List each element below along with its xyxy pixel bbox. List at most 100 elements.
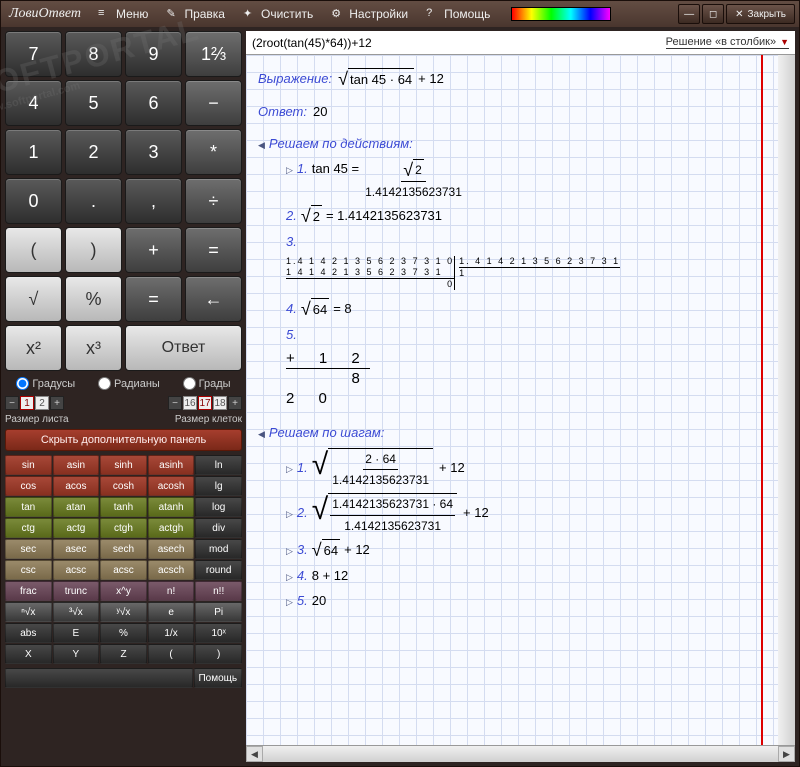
func-actgh[interactable]: actgh [148, 518, 195, 538]
func-cosh[interactable]: cosh [100, 476, 147, 496]
func-round[interactable]: round [195, 560, 242, 580]
func-ln[interactable]: ln [195, 455, 242, 475]
maximize-button[interactable]: ◻ [702, 4, 724, 24]
func-asin[interactable]: asin [53, 455, 100, 475]
func-acsc[interactable]: acsc [53, 560, 100, 580]
func-e[interactable]: e [148, 602, 195, 622]
key-3[interactable]: 3 [125, 129, 182, 175]
func-10ˣ[interactable]: 10ˣ [195, 623, 242, 643]
func-atan[interactable]: atan [53, 497, 100, 517]
angle-rad[interactable]: Радианы [98, 377, 160, 390]
help-button[interactable]: ?Помощь [418, 5, 498, 23]
func-log[interactable]: log [195, 497, 242, 517]
func-x^y[interactable]: x^y [100, 581, 147, 601]
key-sqrt[interactable]: √ [5, 276, 62, 322]
func-acosh[interactable]: acosh [148, 476, 195, 496]
scroll-left[interactable]: ◀ [246, 746, 263, 762]
func-E[interactable]: E [53, 623, 100, 643]
func-trunc[interactable]: trunc [53, 581, 100, 601]
func-%[interactable]: % [100, 623, 147, 643]
func-tanh[interactable]: tanh [100, 497, 147, 517]
key-answer[interactable]: Ответ [125, 325, 242, 371]
key-1[interactable]: 1 [5, 129, 62, 175]
key-9[interactable]: 9 [125, 31, 182, 77]
func-X[interactable]: X [5, 644, 52, 664]
help-bottom-button[interactable]: Помощь [194, 668, 242, 688]
menu-button[interactable]: ≡Меню [90, 5, 156, 23]
func-ctg[interactable]: ctg [5, 518, 52, 538]
minimize-button[interactable]: — [678, 4, 700, 24]
func-ʸ√x[interactable]: ʸ√x [100, 602, 147, 622]
func-acsch[interactable]: acsch [148, 560, 195, 580]
sheet-minus[interactable]: − [5, 396, 19, 410]
key-divide[interactable]: ÷ [185, 178, 242, 224]
func-ⁿ√x[interactable]: ⁿ√x [5, 602, 52, 622]
key-cube[interactable]: x³ [65, 325, 122, 371]
collapse-icon[interactable]: ◀ [258, 138, 265, 153]
solution-style-dropdown[interactable]: Решение «в столбик» [666, 36, 789, 49]
clear-button[interactable]: ✦Очистить [235, 5, 321, 23]
angle-grad[interactable]: Грады [183, 377, 231, 390]
scroll-right[interactable]: ▶ [778, 746, 795, 762]
scrollbar-vertical[interactable] [778, 55, 795, 745]
key-lparen[interactable]: ( [5, 227, 62, 273]
func-sech[interactable]: sech [100, 539, 147, 559]
key-8[interactable]: 8 [65, 31, 122, 77]
func-asech[interactable]: asech [148, 539, 195, 559]
func-atanh[interactable]: atanh [148, 497, 195, 517]
key-equals[interactable]: = [185, 227, 242, 273]
key-backspace[interactable]: ← [185, 276, 242, 322]
func-n![interactable]: n! [148, 581, 195, 601]
formula-input[interactable]: (2root(tan(45)*64))+12 [252, 36, 372, 50]
cell-val-16[interactable]: 16 [183, 396, 197, 410]
key-6[interactable]: 6 [125, 80, 182, 126]
func-asinh[interactable]: asinh [148, 455, 195, 475]
key-7[interactable]: 7 [5, 31, 62, 77]
func-asec[interactable]: asec [53, 539, 100, 559]
func-1/x[interactable]: 1/x [148, 623, 195, 643]
cell-val-17[interactable]: 17 [198, 396, 212, 410]
func-tan[interactable]: tan [5, 497, 52, 517]
sheet-val-1[interactable]: 1 [20, 396, 34, 410]
edit-button[interactable]: ✎Правка [158, 5, 233, 23]
func-div[interactable]: div [195, 518, 242, 538]
cell-plus[interactable]: + [228, 396, 242, 410]
func-sinh[interactable]: sinh [100, 455, 147, 475]
func-Y[interactable]: Y [53, 644, 100, 664]
func-acsc[interactable]: acsc [100, 560, 147, 580]
key-dot[interactable]: . [65, 178, 122, 224]
func-ctgh[interactable]: ctgh [100, 518, 147, 538]
hide-panel-button[interactable]: Скрыть дополнительную панель [5, 429, 242, 451]
angle-deg[interactable]: Градусы [16, 377, 75, 390]
key-multiply[interactable]: * [185, 129, 242, 175]
key-fraction[interactable]: 1⅔ [185, 31, 242, 77]
func-sec[interactable]: sec [5, 539, 52, 559]
func-Z[interactable]: Z [100, 644, 147, 664]
func-lg[interactable]: lg [195, 476, 242, 496]
func-sin[interactable]: sin [5, 455, 52, 475]
spectrum-bar[interactable] [511, 7, 611, 21]
collapse-icon-2[interactable]: ◀ [258, 427, 265, 442]
func-Pi[interactable]: Pi [195, 602, 242, 622]
sheet-val-2[interactable]: 2 [35, 396, 49, 410]
func-³√x[interactable]: ³√x [53, 602, 100, 622]
func-mod[interactable]: mod [195, 539, 242, 559]
func-([interactable]: ( [148, 644, 195, 664]
cell-minus[interactable]: − [168, 396, 182, 410]
cell-val-18[interactable]: 18 [213, 396, 227, 410]
key-equals2[interactable]: = [125, 276, 182, 322]
func-actg[interactable]: actg [53, 518, 100, 538]
func-cos[interactable]: cos [5, 476, 52, 496]
settings-button[interactable]: ⚙Настройки [323, 5, 416, 23]
sheet-plus[interactable]: + [50, 396, 64, 410]
func-)[interactable]: ) [195, 644, 242, 664]
key-rparen[interactable]: ) [65, 227, 122, 273]
key-square[interactable]: x² [5, 325, 62, 371]
key-percent[interactable]: % [65, 276, 122, 322]
key-0[interactable]: 0 [5, 178, 62, 224]
func-csc[interactable]: csc [5, 560, 52, 580]
key-minus[interactable]: − [185, 80, 242, 126]
func-acos[interactable]: acos [53, 476, 100, 496]
func-frac[interactable]: frac [5, 581, 52, 601]
key-4[interactable]: 4 [5, 80, 62, 126]
